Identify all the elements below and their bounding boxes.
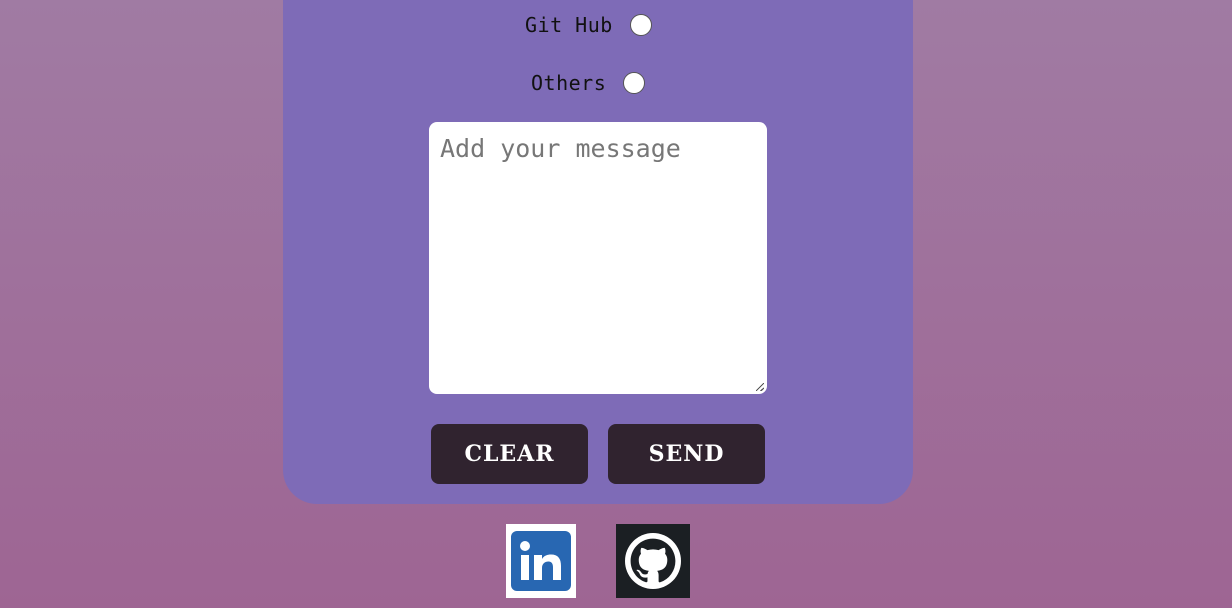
github-link[interactable] bbox=[616, 524, 690, 598]
send-button[interactable]: SEND bbox=[608, 424, 765, 484]
linkedin-icon bbox=[511, 531, 571, 591]
option-others[interactable]: Others bbox=[531, 71, 646, 95]
option-others-radio[interactable] bbox=[623, 72, 646, 94]
option-github-label: Git Hub bbox=[525, 13, 613, 37]
clear-button[interactable]: CLEAR bbox=[431, 424, 588, 484]
option-others-label: Others bbox=[531, 71, 607, 95]
github-icon bbox=[625, 533, 681, 589]
linkedin-link[interactable] bbox=[506, 524, 576, 598]
message-placeholder: Add your message bbox=[440, 134, 681, 163]
option-github-radio[interactable] bbox=[629, 14, 652, 36]
resize-grip-icon[interactable] bbox=[756, 383, 764, 391]
message-textarea[interactable]: Add your message bbox=[429, 122, 767, 394]
option-github[interactable]: Git Hub bbox=[525, 13, 652, 37]
